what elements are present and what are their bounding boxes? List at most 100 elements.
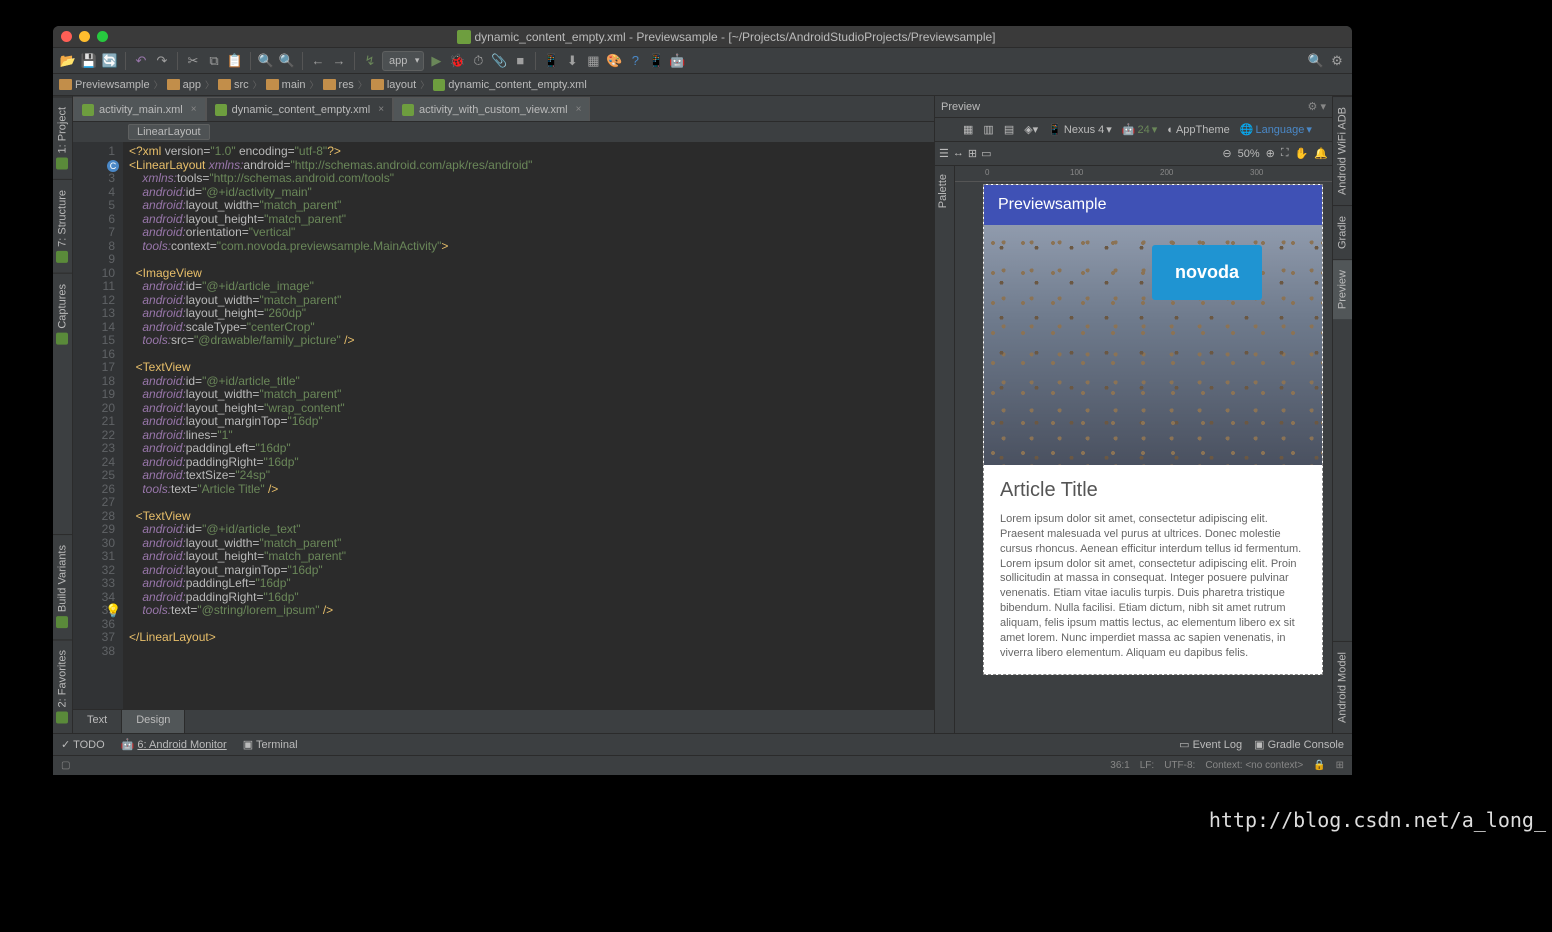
fit-icon[interactable]: ⛶ xyxy=(1281,147,1289,160)
encoding[interactable]: UTF-8: xyxy=(1164,760,1195,771)
attach-icon[interactable]: 📎 xyxy=(490,52,508,70)
paste-icon[interactable]: 📋 xyxy=(226,52,244,70)
breadcrumb-item[interactable]: Previewsample xyxy=(59,79,150,91)
tab-android-model[interactable]: Android Model xyxy=(1333,641,1352,733)
layout-icon[interactable]: ▦ xyxy=(584,52,602,70)
close-icon[interactable]: × xyxy=(191,104,197,115)
close-icon[interactable]: × xyxy=(576,104,582,115)
captures-icon xyxy=(57,333,69,345)
tab-favorites[interactable]: 2: Favorites xyxy=(53,639,72,733)
cut-icon[interactable]: ✂ xyxy=(184,52,202,70)
viewport-icon[interactable]: ▥ xyxy=(979,121,997,138)
preview-toolbar-1: ▦ ▥ ▤ ◈▾ 📱Nexus 4▾ 🤖24▾ ◐AppTheme 🌐Langu… xyxy=(935,118,1332,142)
tab-captures[interactable]: Captures xyxy=(53,273,72,355)
breadcrumb-item[interactable]: dynamic_content_empty.xml xyxy=(433,79,587,91)
redo-icon[interactable]: ↷ xyxy=(153,52,171,70)
hide-tool-icon[interactable]: ▢ xyxy=(61,760,70,771)
language-combo[interactable]: 🌐Language▾ xyxy=(1236,121,1316,138)
device-preview[interactable]: 0100200300 Previewsample novoda Article … xyxy=(955,166,1332,733)
back-icon[interactable]: ← xyxy=(309,52,327,70)
notify-icon[interactable]: 🔔 xyxy=(1314,147,1328,160)
tab-design[interactable]: Design xyxy=(122,710,185,733)
select-icon[interactable]: ☰ xyxy=(939,147,949,160)
api-combo[interactable]: 🤖24▾ xyxy=(1118,121,1161,138)
status-bar: ▢ 36:1 LF: UTF-8: Context: <no context> … xyxy=(53,755,1352,775)
tab-build-variants[interactable]: Build Variants xyxy=(53,534,72,638)
run-icon[interactable]: ▶ xyxy=(427,52,445,70)
theme-icon[interactable]: 🎨 xyxy=(605,52,623,70)
close-icon[interactable]: × xyxy=(378,104,384,115)
file-tab[interactable]: activity_with_custom_view.xml× xyxy=(393,97,590,121)
search-icon[interactable]: 🔍 xyxy=(1307,52,1325,70)
maximize-icon[interactable] xyxy=(97,31,108,42)
tool-icon[interactable]: ⊞ xyxy=(968,147,977,160)
settings-icon[interactable]: ⚙ xyxy=(1328,52,1346,70)
avd-icon[interactable]: 📱 xyxy=(542,52,560,70)
breadcrumb-item[interactable]: app xyxy=(167,79,201,91)
forward-icon[interactable]: → xyxy=(330,52,348,70)
run-config-combo[interactable]: app xyxy=(382,51,424,71)
file-tab[interactable]: activity_main.xml× xyxy=(73,97,206,121)
ide-window: dynamic_content_empty.xml - Previewsampl… xyxy=(53,26,1352,775)
tab-gradle-console[interactable]: ▣ Gradle Console xyxy=(1254,738,1344,751)
undo-icon[interactable]: ↶ xyxy=(132,52,150,70)
tab-structure[interactable]: 7: Structure xyxy=(53,179,72,273)
tab-terminal[interactable]: ▣ Terminal xyxy=(243,738,298,751)
tab-project[interactable]: 1: Project xyxy=(53,96,72,179)
tab-text[interactable]: Text xyxy=(73,710,122,733)
breadcrumb-item[interactable]: src xyxy=(218,79,249,91)
class-gutter-icon[interactable]: C xyxy=(107,160,119,172)
gear-icon[interactable]: ⚙ ▾ xyxy=(1308,100,1326,113)
tab-gradle[interactable]: Gradle xyxy=(1333,205,1352,259)
orientation-icon[interactable]: ◈▾ xyxy=(1020,121,1042,138)
android-icon[interactable]: 🤖 xyxy=(668,52,686,70)
tab-wifi-adb[interactable]: Android WiFi ADB xyxy=(1333,96,1352,205)
lock-icon[interactable]: 🔒 xyxy=(1313,760,1325,771)
context[interactable]: Context: <no context> xyxy=(1205,760,1303,771)
pan-hand-icon[interactable]: ✋ xyxy=(1295,147,1309,160)
minimize-icon[interactable] xyxy=(79,31,90,42)
pan-icon[interactable]: ↔ xyxy=(953,147,964,160)
tab-event-log[interactable]: ▭ Event Log xyxy=(1179,738,1242,751)
preview-toolbar-2: ☰ ↔ ⊞ ▭ ⊖ 50% ⊕ ⛶ ✋ 🔔 xyxy=(935,142,1332,166)
stop-icon[interactable]: ■ xyxy=(511,52,529,70)
viewport-icon[interactable]: ▦ xyxy=(959,121,977,138)
debug-icon[interactable]: 🐞 xyxy=(448,52,466,70)
profile-icon[interactable]: ⏱ xyxy=(469,52,487,70)
zoom-out-icon[interactable]: ⊖ xyxy=(1222,147,1231,160)
open-icon[interactable]: 📂 xyxy=(59,52,77,70)
folder-icon xyxy=(167,79,180,90)
code-editor[interactable]: C 💡 123456789101112131415161718192021222… xyxy=(73,142,934,709)
help-icon[interactable]: ? xyxy=(626,52,644,70)
device-icon[interactable]: 📱 xyxy=(647,52,665,70)
editor-area: activity_main.xml× dynamic_content_empty… xyxy=(73,96,934,733)
sdk-icon[interactable]: ⬇ xyxy=(563,52,581,70)
viewport-icon[interactable]: ▤ xyxy=(1000,121,1018,138)
copy-icon[interactable]: ⧉ xyxy=(205,52,223,70)
intention-bulb-icon[interactable]: 💡 xyxy=(105,605,117,617)
tab-preview[interactable]: Preview xyxy=(1333,259,1352,319)
line-ending[interactable]: LF: xyxy=(1140,760,1154,771)
save-icon[interactable]: 💾 xyxy=(80,52,98,70)
tab-palette[interactable]: Palette xyxy=(935,166,951,216)
close-icon[interactable] xyxy=(61,31,72,42)
code-content[interactable]: <?xml version="1.0" encoding="utf-8"?> <… xyxy=(123,142,934,709)
zoom-in-icon[interactable]: ⊕ xyxy=(1266,147,1275,160)
tool-icon[interactable]: ▭ xyxy=(981,147,991,160)
inspect-icon[interactable]: ⊞ xyxy=(1336,760,1344,771)
crumb-item[interactable]: LinearLayout xyxy=(128,124,210,140)
replace-icon[interactable]: 🔍 xyxy=(278,52,296,70)
structure-icon xyxy=(57,251,69,263)
device-combo[interactable]: 📱Nexus 4▾ xyxy=(1044,121,1116,138)
find-icon[interactable]: 🔍 xyxy=(257,52,275,70)
breadcrumb-item[interactable]: main xyxy=(266,79,306,91)
tab-todo[interactable]: ✓ TODO xyxy=(61,738,105,751)
tab-monitor[interactable]: 🤖 6: Android Monitor xyxy=(121,738,227,751)
file-tab[interactable]: dynamic_content_empty.xml× xyxy=(206,97,393,121)
theme-combo[interactable]: ◐AppTheme xyxy=(1163,122,1233,138)
breadcrumb-item[interactable]: res xyxy=(323,79,354,91)
breadcrumb-item[interactable]: layout xyxy=(371,79,416,91)
build-icon[interactable]: ↯ xyxy=(361,52,379,70)
sync-icon[interactable]: 🔄 xyxy=(101,52,119,70)
preview-header: Preview ⚙ ▾ xyxy=(935,96,1332,118)
